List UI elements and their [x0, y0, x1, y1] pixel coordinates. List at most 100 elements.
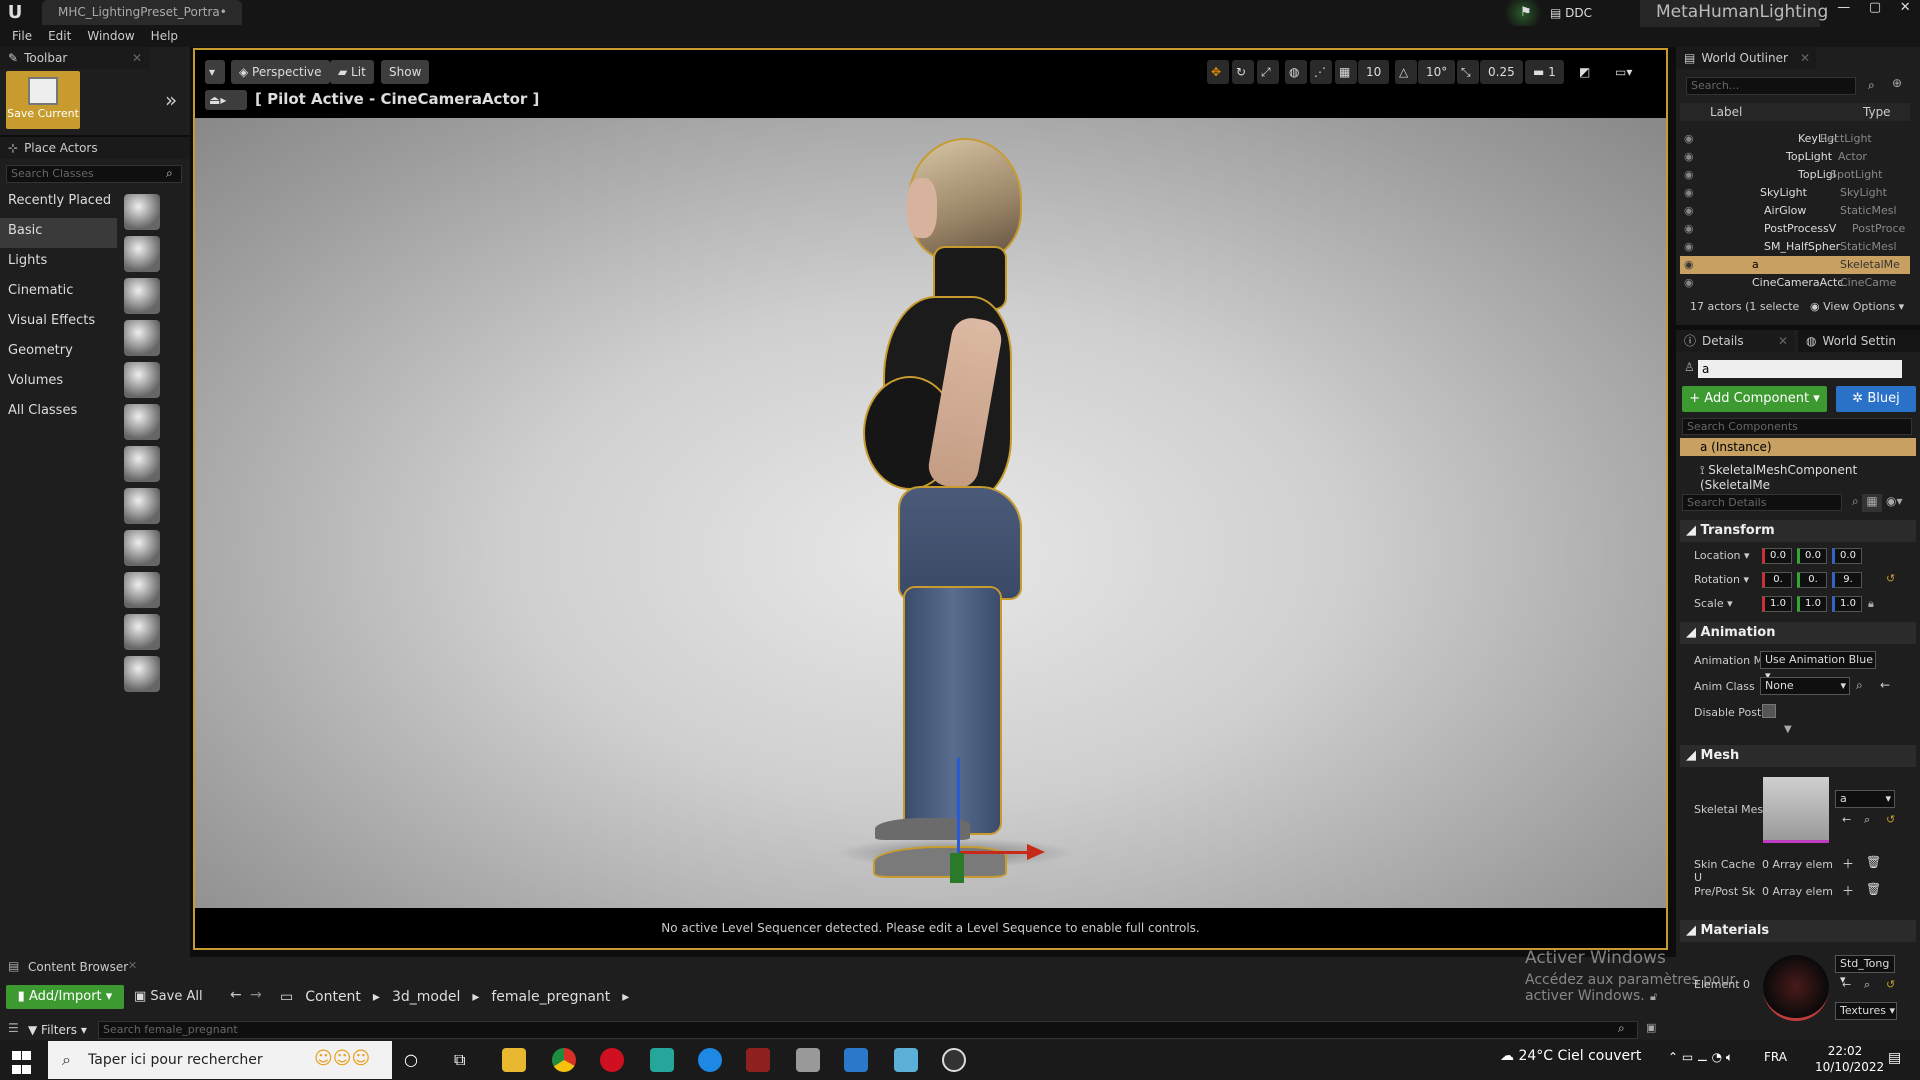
translate-tool-icon[interactable]: ✥: [1207, 60, 1229, 84]
maximize-button[interactable]: ▢: [1869, 0, 1881, 20]
trash-icon[interactable]: 🗑︎: [1866, 855, 1881, 869]
search-components-input[interactable]: Search Components: [1682, 418, 1912, 435]
blueprint-button[interactable]: ✲ Bluej: [1836, 386, 1916, 412]
winrar-icon[interactable]: [746, 1048, 770, 1072]
app-icon[interactable]: [796, 1048, 820, 1072]
trash-icon[interactable]: 🗑︎: [1866, 882, 1881, 896]
location-label[interactable]: Location ▾: [1694, 549, 1764, 562]
pawn-icon[interactable]: [124, 278, 160, 314]
box-trigger-icon[interactable]: [124, 614, 160, 650]
sphere-trigger-icon[interactable]: [124, 656, 160, 692]
transform-section[interactable]: ◢ Transform: [1680, 520, 1916, 542]
viewport-options-button[interactable]: ▾: [205, 60, 225, 84]
visibility-eye-icon[interactable]: ◉: [1680, 258, 1694, 271]
view-options-button[interactable]: ◉ View Options ▾: [1810, 300, 1904, 313]
player-start-icon[interactable]: [124, 362, 160, 398]
anim-class-dropdown[interactable]: None ▾: [1760, 677, 1850, 695]
breadcrumb-separator-icon[interactable]: ▸: [472, 989, 479, 1005]
viewport-scene[interactable]: [195, 118, 1666, 908]
location-y-field[interactable]: 0.0: [1797, 548, 1827, 564]
textures-dropdown[interactable]: Textures ▾: [1835, 1002, 1897, 1020]
gizmo-x-arrow-icon[interactable]: [1027, 844, 1045, 860]
lit-button[interactable]: ▰ Lit: [330, 60, 374, 84]
cortana-icon[interactable]: ○: [404, 1050, 418, 1069]
scale-z-field[interactable]: 1.0: [1832, 596, 1862, 612]
mesh-section[interactable]: ◢ Mesh: [1680, 745, 1916, 767]
add-element-icon[interactable]: ＋: [1842, 882, 1854, 899]
add-component-button[interactable]: + Add Component ▾: [1682, 386, 1827, 412]
tab-world-outliner[interactable]: ▤ World Outliner ✕: [1676, 47, 1816, 69]
task-view-icon[interactable]: ⧉: [454, 1050, 465, 1070]
empty-actor-icon[interactable]: [124, 194, 160, 230]
character-icon[interactable]: [124, 236, 160, 272]
outliner-row[interactable]: ◉ SkyLight SkyLight: [1680, 184, 1910, 202]
maya-icon[interactable]: [650, 1048, 674, 1072]
rotation-z-field[interactable]: 9.: [1832, 572, 1862, 588]
notification-icon[interactable]: ⚑: [1520, 5, 1532, 20]
use-selected-icon[interactable]: ←: [1880, 678, 1890, 692]
expand-advanced-icon[interactable]: ▼: [1784, 724, 1792, 735]
reset-icon[interactable]: ↺: [1886, 813, 1895, 826]
outliner-row[interactable]: ◉ TopLigl SpotLight: [1680, 166, 1910, 184]
language-indicator[interactable]: FRA: [1764, 1050, 1787, 1064]
search-details-input[interactable]: Search Details: [1682, 494, 1842, 511]
column-type[interactable]: Type: [1863, 105, 1891, 119]
actor-name-input[interactable]: a: [1698, 360, 1902, 378]
outliner-row[interactable]: ◉ KeyLigl RectLight: [1680, 130, 1910, 148]
scale-tool-icon[interactable]: ⤢: [1257, 60, 1279, 84]
visibility-eye-icon[interactable]: ◉: [1680, 222, 1694, 235]
camera-speed-button[interactable]: ▬ 1: [1525, 60, 1564, 84]
scale-x-field[interactable]: 1.0: [1762, 596, 1792, 612]
skeletal-mesh-thumbnail[interactable]: [1763, 777, 1829, 843]
visibility-eye-icon[interactable]: ◉: [1680, 186, 1694, 199]
disable-post-checkbox[interactable]: [1762, 704, 1776, 718]
scale-snap-icon[interactable]: ⤡: [1457, 60, 1479, 84]
scale-label[interactable]: Scale ▾: [1694, 597, 1764, 610]
cylinder-icon[interactable]: [124, 488, 160, 524]
unreal-engine-icon[interactable]: [942, 1048, 966, 1072]
expand-toolbar-icon[interactable]: »: [165, 88, 177, 112]
save-all-button[interactable]: ▣ Save All: [134, 985, 214, 1009]
search-classes-input[interactable]: Search Classes: [6, 165, 182, 183]
visibility-eye-icon[interactable]: ◉: [1680, 168, 1694, 181]
menu-file[interactable]: File: [4, 27, 40, 47]
grid-view-icon[interactable]: ▦: [1862, 494, 1882, 512]
animation-section[interactable]: ◢ Animation: [1680, 622, 1916, 644]
outliner-row-selected[interactable]: ◉ a SkeletalMe: [1680, 256, 1910, 274]
use-selected-icon[interactable]: ←: [1842, 978, 1851, 991]
close-tab-icon[interactable]: ✕: [1778, 330, 1788, 352]
notification-center-icon[interactable]: ▤: [1888, 1050, 1901, 1066]
visibility-eye-icon[interactable]: ◉: [1680, 204, 1694, 217]
category-volumes[interactable]: Volumes: [0, 368, 117, 398]
animation-mode-dropdown[interactable]: Use Animation Blue ▾: [1760, 651, 1876, 682]
instance-row[interactable]: a (Instance): [1680, 438, 1916, 456]
browse-icon[interactable]: ⌕: [1864, 813, 1870, 827]
outliner-row[interactable]: ◉ SM_HalfSpher StaticMesl: [1680, 238, 1910, 256]
filters-button[interactable]: ▼ Filters ▾: [28, 1021, 92, 1039]
rotation-y-field[interactable]: 0.: [1797, 572, 1827, 588]
skeletal-mesh-component-row[interactable]: ⟟ SkeletalMeshComponent (SkeletalMe: [1700, 463, 1920, 492]
category-recently-placed[interactable]: Recently Placed: [0, 188, 117, 218]
grid-snap-value[interactable]: 10: [1358, 60, 1390, 84]
category-cinematic[interactable]: Cinematic: [0, 278, 117, 308]
add-import-button[interactable]: ▮ Add/Import ▾: [6, 985, 124, 1009]
weather-widget[interactable]: ☁ 24°C Ciel couvert: [1500, 1048, 1641, 1064]
content-search-input[interactable]: Search female_pregnant: [98, 1021, 1638, 1039]
breadcrumb-separator-icon[interactable]: ▸: [373, 989, 380, 1005]
menu-edit[interactable]: Edit: [40, 27, 79, 47]
column-label[interactable]: Label: [1710, 105, 1742, 119]
level-viewport[interactable]: ▾ ◈ Perspective ▰ Lit Show ✥ ↻ ⤢ ◍ ⋰ ▦ 1…: [193, 48, 1668, 950]
reset-rotation-icon[interactable]: ↺: [1886, 572, 1895, 585]
use-selected-icon[interactable]: ←: [1842, 813, 1851, 826]
grid-snap-icon[interactable]: ▦: [1335, 60, 1357, 84]
opera-icon[interactable]: [600, 1048, 624, 1072]
outliner-row[interactable]: ◉ CineCameraActc CineCame: [1680, 274, 1910, 292]
app-icon[interactable]: [894, 1048, 918, 1072]
category-basic[interactable]: Basic: [0, 218, 117, 248]
clock[interactable]: 22:02 10/10/2022: [1815, 1043, 1884, 1075]
breadcrumb-content[interactable]: Content: [305, 989, 361, 1005]
scale-y-field[interactable]: 1.0: [1797, 596, 1827, 612]
perspective-button[interactable]: ◈ Perspective: [231, 60, 330, 84]
gizmo-z-axis[interactable]: [957, 758, 960, 853]
file-explorer-icon[interactable]: [502, 1048, 526, 1072]
